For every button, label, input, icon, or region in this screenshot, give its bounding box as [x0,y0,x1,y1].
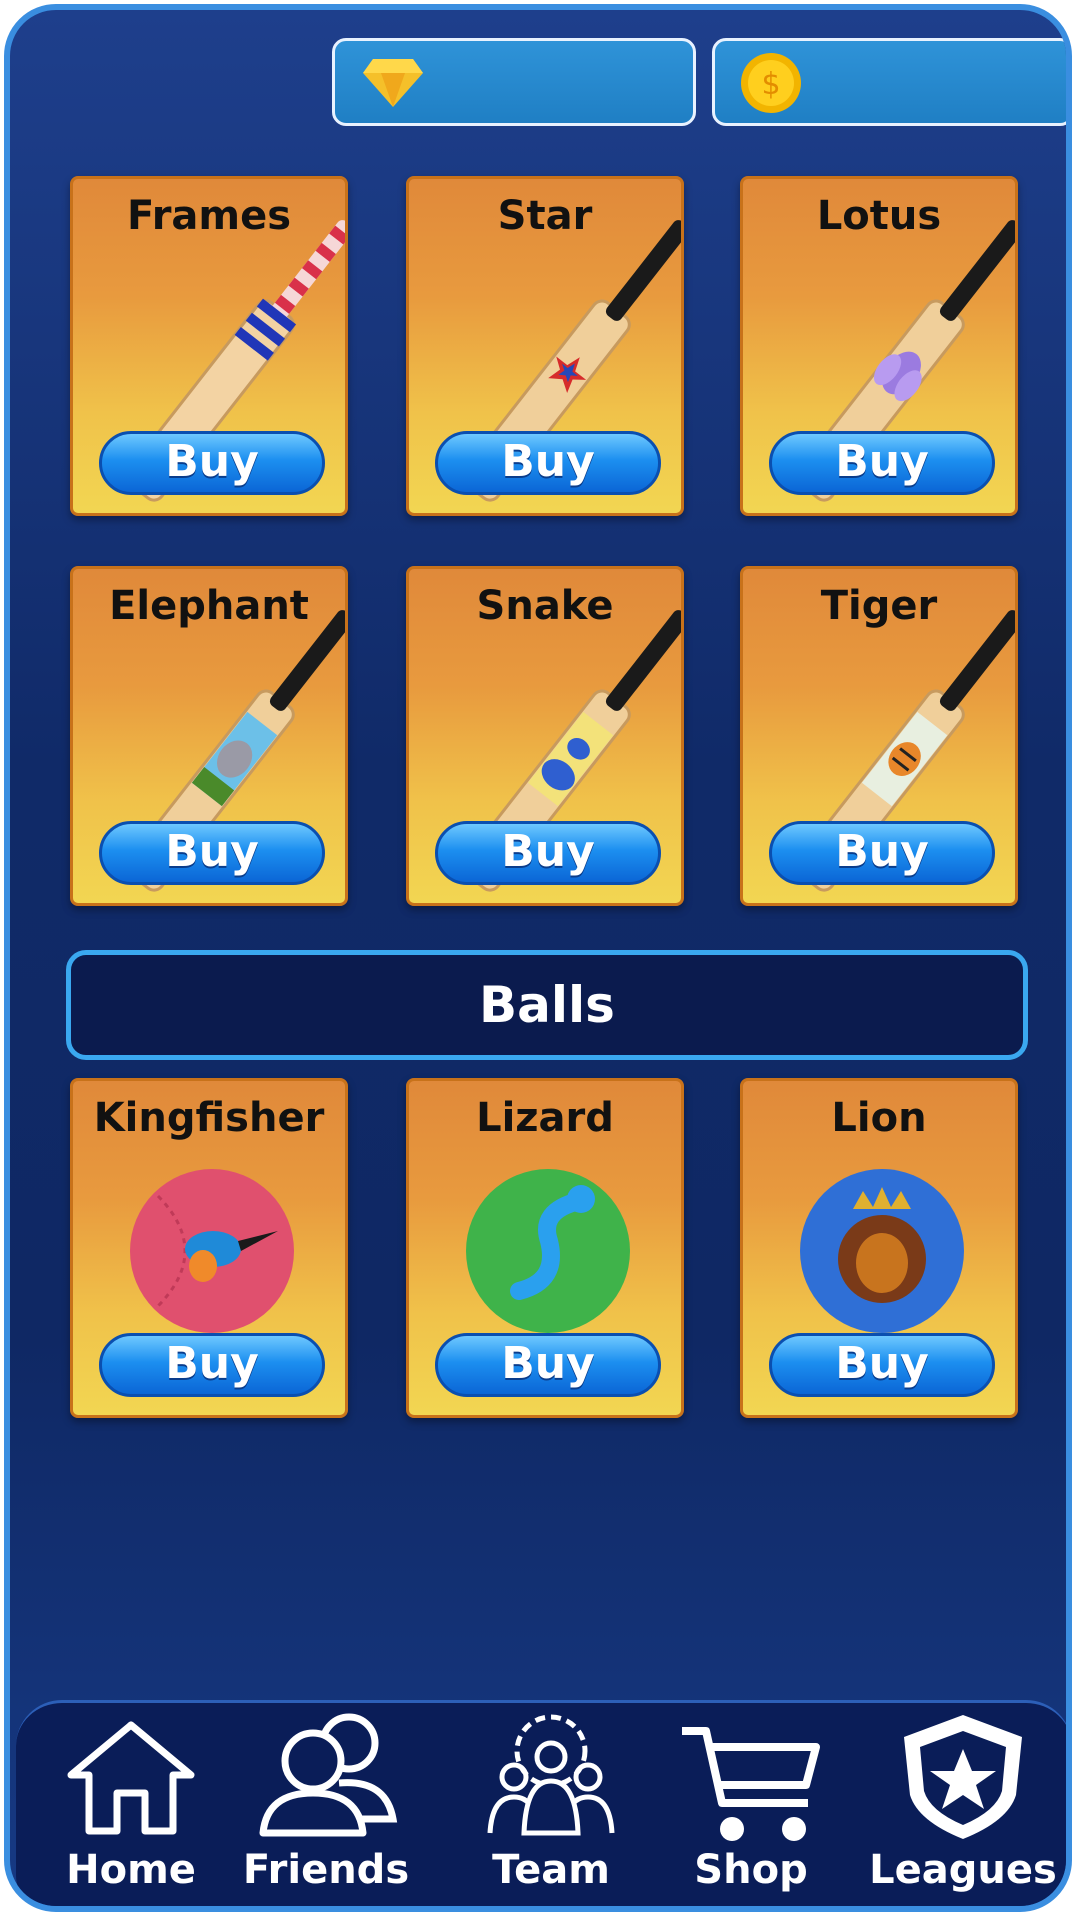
cart-icon [682,1727,820,1841]
shop-item-elephant[interactable]: Elephant Buy [70,566,348,906]
shop-item-star[interactable]: Star Buy [406,176,684,516]
buy-button[interactable]: Buy [99,431,325,495]
diamond-icon [363,59,423,107]
item-name: Star [497,193,593,239]
buy-button[interactable]: Buy [99,821,325,885]
coin-icon: $ [741,53,801,113]
nav-team[interactable]: Team [466,1703,636,1906]
nav-label: Leagues [869,1847,1057,1893]
nav-label: Friends [242,1847,410,1893]
buy-button[interactable]: Buy [769,431,995,495]
shop-item-tiger[interactable]: Tiger Buy [740,566,1018,906]
shop-item-frames[interactable]: Frames Buy [70,176,348,516]
buy-button[interactable]: Buy [769,821,995,885]
item-name: Lion [831,1095,927,1141]
nav-label: Home [66,1847,196,1893]
nav-friends[interactable]: Friends [236,1703,416,1906]
nav-shop[interactable]: Shop [666,1703,836,1906]
buy-button[interactable]: Buy [99,1333,325,1397]
balls-section-header: Balls [66,950,1028,1060]
home-icon [67,1721,195,1835]
buy-button[interactable]: Buy [435,1333,661,1397]
shop-item-kingfisher[interactable]: Kingfisher Buy [70,1078,348,1418]
shop-item-lion[interactable]: Lion Buy [740,1078,1018,1418]
buy-button[interactable]: Buy [769,1333,995,1397]
shop-item-snake[interactable]: Snake Buy [406,566,684,906]
shop-item-lizard[interactable]: Lizard Buy [406,1078,684,1418]
coins-counter[interactable]: $ [712,38,1066,126]
nav-label: Shop [694,1847,808,1893]
item-name: Lizard [476,1095,614,1141]
item-name: Frames [126,193,292,239]
item-name: Snake [476,583,614,629]
gems-counter[interactable] [332,38,696,126]
nav-home[interactable]: Home [46,1703,216,1906]
buy-button[interactable]: Buy [435,431,661,495]
shield-star-icon [904,1715,1022,1839]
bottom-nav: Home Friends Team Shop Leagues [16,1700,1066,1906]
item-name: Tiger [820,583,938,629]
shop-item-lotus[interactable]: Lotus Buy [740,176,1018,516]
svg-text:$: $ [761,67,780,102]
friends-icon [259,1713,398,1837]
app-frame: $ Frames Buy Star Buy Lotus Buy Elephant… [4,4,1072,1912]
item-name: Elephant [109,583,309,629]
item-name: Lotus [816,193,942,239]
nav-label: Team [492,1847,610,1893]
item-name: Kingfisher [93,1095,325,1141]
team-icon [487,1714,615,1836]
nav-leagues[interactable]: Leagues [868,1703,1058,1906]
buy-button[interactable]: Buy [435,821,661,885]
